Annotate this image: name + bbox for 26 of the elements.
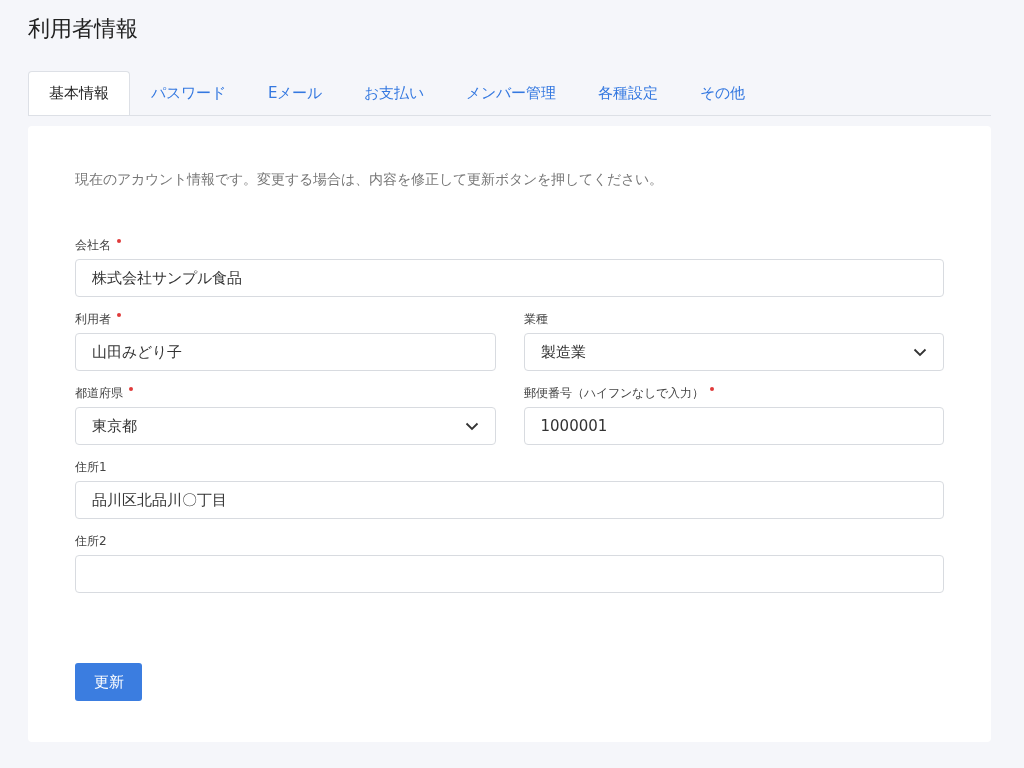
chevron-down-icon — [464, 421, 479, 431]
description-text: 現在のアカウント情報です。変更する場合は、内容を修正して更新ボタンを押してください。 — [75, 171, 664, 189]
tab[interactable]: パスワード — [130, 71, 247, 115]
input-field[interactable]: 品川区北品川〇丁目 — [75, 481, 944, 519]
tab[interactable]: 基本情報 — [28, 71, 130, 115]
tab[interactable]: お支払い — [343, 71, 446, 115]
field-label: 会社名 — [75, 237, 111, 254]
input-field[interactable]: 株式会社サンプル食品 — [75, 259, 944, 297]
field-label: 都道府県 — [75, 385, 123, 402]
input-field[interactable]: 山田みどり子 — [75, 333, 496, 371]
field-label: 利用者 — [75, 311, 111, 328]
tab[interactable]: Eメール — [247, 71, 344, 115]
input-field[interactable] — [75, 555, 944, 593]
field-label: 住所1 — [75, 459, 107, 476]
tab[interactable]: 各種設定 — [577, 71, 680, 115]
field-label: 住所2 — [75, 533, 107, 550]
chevron-down-icon — [913, 347, 927, 357]
page-title: 利用者情報 — [28, 15, 139, 43]
select-field[interactable]: 東京都 — [75, 407, 496, 445]
select-field[interactable]: 製造業 — [523, 333, 944, 371]
input-field[interactable]: 1000001 — [523, 407, 944, 445]
update-button[interactable]: 更新 — [75, 663, 142, 701]
field-label: 郵便番号（ハイフンなしで入力） — [523, 385, 704, 402]
tab[interactable]: その他 — [679, 71, 767, 115]
field-label: 業種 — [523, 311, 548, 328]
tab[interactable]: メンバー管理 — [445, 71, 578, 115]
